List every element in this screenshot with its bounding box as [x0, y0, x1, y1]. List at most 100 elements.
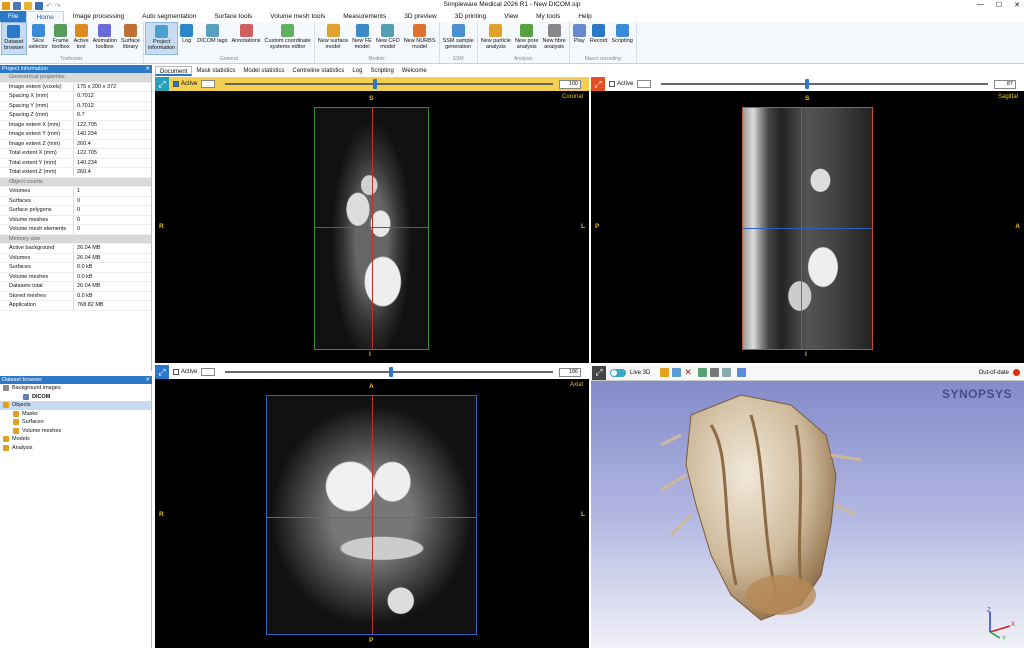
- tab-log[interactable]: Log: [348, 66, 366, 76]
- tree-node[interactable]: Masks: [0, 410, 151, 419]
- slice-number-input[interactable]: 100: [559, 79, 581, 89]
- maximize-button[interactable]: ☐: [996, 1, 1002, 9]
- tree-node[interactable]: Analysis: [0, 444, 151, 453]
- expand-icon[interactable]: ⤢: [591, 77, 605, 91]
- menu-auto-segmentation[interactable]: Auto segmentation: [133, 11, 205, 22]
- property-value: 0.7012: [77, 102, 94, 109]
- tree-node[interactable]: Surfaces: [0, 418, 151, 427]
- active-checkbox[interactable]: [173, 81, 179, 87]
- expand-icon[interactable]: ⤢: [155, 77, 169, 91]
- colormap-dropdown[interactable]: [637, 80, 652, 88]
- menu-file[interactable]: File: [0, 11, 27, 22]
- button-label: model: [412, 44, 428, 50]
- colormap-dropdown[interactable]: [201, 368, 216, 376]
- tab-mask-statistics[interactable]: Mask statistics: [192, 66, 239, 76]
- dataset-browser-button[interactable]: Dataset browser: [1, 22, 27, 55]
- button-label: Record: [589, 38, 608, 44]
- ssm-sample-generation-button[interactable]: SSM sample generation: [441, 22, 476, 55]
- sagittal-view[interactable]: ⤢ Active 87 Sagittal S I P A: [591, 77, 1024, 363]
- property-section[interactable]: Memory size: [0, 234, 151, 244]
- log-button[interactable]: Log: [178, 22, 195, 55]
- menu-3d-printing[interactable]: 3D printing: [446, 11, 495, 22]
- coronal-slice-image[interactable]: [314, 107, 429, 350]
- project-information-button[interactable]: Project information: [145, 22, 179, 55]
- close-button[interactable]: ✕: [1014, 1, 1020, 9]
- tab-welcome[interactable]: Welcome: [398, 66, 431, 76]
- 3d-view[interactable]: ⤢ Live 3D ✕ Out-of-date SYNOPSYS X Z Y: [591, 365, 1024, 648]
- tab-document[interactable]: Document: [155, 66, 193, 76]
- new-particle-analysis-button[interactable]: New particle analysis: [479, 22, 513, 55]
- new-cfd-model-button[interactable]: New CFD model: [374, 22, 402, 55]
- coronal-view[interactable]: ⤢ Active 100 Coronal S I R L: [155, 77, 589, 363]
- menu-view[interactable]: View: [495, 11, 527, 22]
- button-label: Log: [182, 38, 192, 44]
- property-key: Object counts: [9, 178, 43, 185]
- close-icon[interactable]: ✕: [145, 376, 150, 384]
- property-key: Geometrical properties: [9, 74, 65, 80]
- expand-icon[interactable]: ⤢: [155, 365, 169, 379]
- slider-knob[interactable]: [805, 79, 810, 89]
- menu-measurements[interactable]: Measurements: [334, 11, 395, 22]
- minimize-button[interactable]: —: [977, 1, 984, 9]
- tree-node[interactable]: Objects: [0, 401, 151, 410]
- close-icon[interactable]: ✕: [145, 65, 150, 73]
- axial-slice-image[interactable]: [266, 395, 477, 635]
- property-section[interactable]: Geometrical properties: [0, 73, 151, 83]
- surface-library-button[interactable]: Surface library: [119, 22, 142, 55]
- application-window: ↶ ↷ Simpleware Medical 2026 R1 - New DIC…: [0, 0, 1024, 648]
- button-label: model: [325, 44, 341, 50]
- new-pore-analysis-button[interactable]: New pore analysis: [513, 22, 541, 55]
- project-info-grid: Geometrical properties Image extent (voxe…: [0, 73, 152, 371]
- tree-node[interactable]: Volume meshes: [0, 427, 151, 436]
- slice-slider[interactable]: [661, 79, 988, 89]
- slice-slider[interactable]: [225, 367, 553, 377]
- frame-toolbox-button[interactable]: Frame toolbox: [50, 22, 72, 55]
- new-surface-model-button[interactable]: New surface model: [316, 22, 351, 55]
- tab-centreline-statistics[interactable]: Centreline statistics: [288, 66, 348, 76]
- custom-coordinate-systems-editor-button[interactable]: Custom coordinate systems editor: [263, 22, 313, 55]
- slice-selector-button[interactable]: Slice selector: [27, 22, 50, 55]
- menu-surface-tools[interactable]: Surface tools: [205, 11, 261, 22]
- scripting-button[interactable]: Scripting: [609, 22, 634, 55]
- tree-node[interactable]: DICOM: [0, 393, 151, 402]
- slider-knob[interactable]: [389, 367, 394, 377]
- tree-node[interactable]: Background images: [0, 384, 151, 393]
- sagittal-slice-image[interactable]: [742, 107, 873, 350]
- menu-my-tools[interactable]: My tools: [527, 11, 569, 22]
- tree-node[interactable]: Models: [0, 435, 151, 444]
- property-key: Image extent (voxels): [0, 82, 74, 91]
- animation-toolbox-button[interactable]: Animation toolbox: [91, 22, 119, 55]
- slice-number-input[interactable]: 87: [994, 79, 1016, 89]
- new-nurbs-model-button[interactable]: New NURBS model: [402, 22, 438, 55]
- menu-help[interactable]: Help: [569, 11, 600, 22]
- menu-3d-preview[interactable]: 3D preview: [395, 11, 446, 22]
- property-section[interactable]: Object counts: [0, 177, 151, 187]
- slice-slider[interactable]: [225, 79, 553, 89]
- play-button[interactable]: Play: [571, 22, 588, 55]
- record-button[interactable]: Record: [588, 22, 610, 55]
- new-fibre-analysis-button[interactable]: New fibre analysis: [541, 22, 568, 55]
- tree-node-label: Objects: [12, 402, 31, 408]
- menu-volume-mesh-tools[interactable]: Volume mesh tools: [261, 11, 334, 22]
- property-value: 0: [77, 216, 81, 223]
- slider-knob[interactable]: [372, 79, 377, 89]
- menu-home[interactable]: Home: [26, 11, 64, 22]
- view-name: Axial: [569, 382, 583, 388]
- active-checkbox[interactable]: [173, 369, 179, 375]
- colormap-dropdown[interactable]: [201, 80, 216, 88]
- slice-number-input[interactable]: 186: [559, 367, 581, 377]
- property-value: 768.82 MB: [77, 302, 104, 308]
- ribbon-icon: [547, 24, 561, 37]
- axial-view[interactable]: ⤢ Active 186 Axial A P R L: [155, 365, 589, 648]
- annotations-button[interactable]: Annotations: [229, 22, 262, 55]
- property-key: Spacing X (mm): [0, 92, 74, 101]
- ribbon-icon: [180, 24, 194, 37]
- axis-x-label: X: [1011, 622, 1015, 628]
- tab-model-statistics[interactable]: Model statistics: [239, 66, 288, 76]
- menu-image-processing[interactable]: Image processing: [64, 11, 133, 22]
- new-fe-model-button[interactable]: New FE model: [350, 22, 374, 55]
- tab-scripting[interactable]: Scripting: [366, 66, 397, 76]
- active-checkbox[interactable]: [609, 81, 615, 87]
- dicom-tags-button[interactable]: DICOM tags: [195, 22, 229, 55]
- active-tool-button[interactable]: Active tool: [72, 22, 91, 55]
